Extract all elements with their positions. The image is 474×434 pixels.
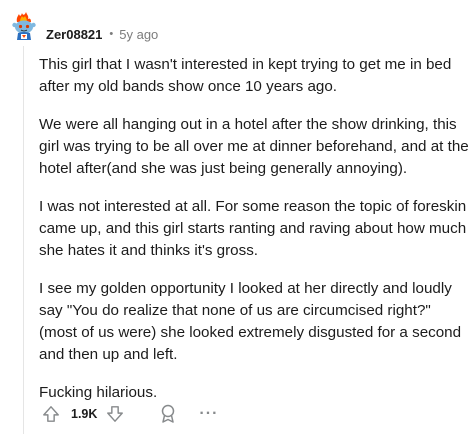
paragraph: I was not interested at all. For some re… bbox=[39, 198, 467, 259]
upvote-arrow-icon[interactable] bbox=[39, 402, 63, 426]
meta-separator: • bbox=[109, 28, 114, 40]
paragraph: I see my golden opportunity I looked at … bbox=[39, 280, 462, 363]
username[interactable]: Zer08821 bbox=[46, 27, 102, 42]
award-icon[interactable] bbox=[157, 402, 179, 426]
paragraph: This girl that I wasn't interested in ke… bbox=[39, 56, 452, 95]
thread-line[interactable] bbox=[23, 46, 24, 434]
comment-body: This girl that I wasn't interested in ke… bbox=[39, 54, 469, 420]
more-options-icon[interactable]: ··· bbox=[199, 402, 218, 426]
paragraph: We were all hanging out in a hotel after… bbox=[39, 116, 469, 177]
snoo-avatar-icon[interactable] bbox=[8, 10, 40, 42]
vote-score: 1.9K bbox=[71, 407, 98, 421]
timestamp[interactable]: 5y ago bbox=[119, 27, 158, 42]
downvote-arrow-icon[interactable] bbox=[103, 402, 127, 426]
comment-actions: 1.9K ··· bbox=[39, 398, 218, 430]
comment-header: Zer08821 • 5y ago bbox=[46, 24, 158, 44]
comment: Zer08821 • 5y ago This girl that I wasn'… bbox=[0, 0, 474, 434]
